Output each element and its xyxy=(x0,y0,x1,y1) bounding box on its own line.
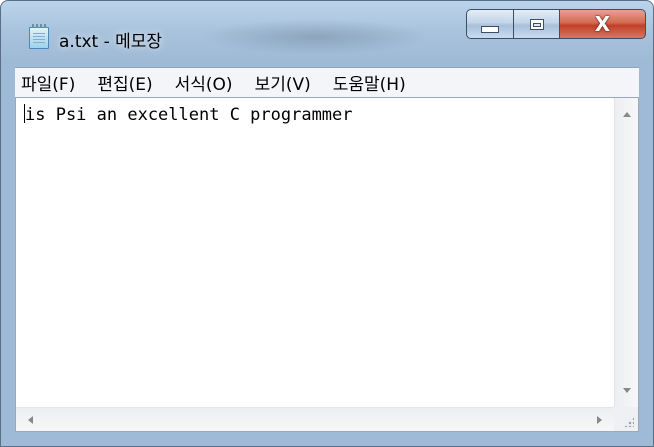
window-title: a.txt - 메모장 xyxy=(59,32,163,52)
scroll-down-icon[interactable] xyxy=(623,388,631,393)
scroll-right-icon[interactable] xyxy=(597,416,602,424)
editor-area: is Psi an excellent C programmer xyxy=(15,97,639,432)
menu-view[interactable]: 보기(V) xyxy=(255,70,311,95)
maximize-icon xyxy=(529,18,544,30)
maximize-button[interactable] xyxy=(514,9,560,39)
scroll-left-icon[interactable] xyxy=(28,416,33,424)
close-icon: X xyxy=(594,12,611,36)
notepad-window: a.txt - 메모장 X 파일(F) 편집(E) 서식(O) 보기(V) 도움… xyxy=(0,0,654,447)
scroll-up-icon[interactable] xyxy=(623,112,631,117)
menu-file[interactable]: 파일(F) xyxy=(21,70,75,95)
title-bar[interactable]: a.txt - 메모장 X xyxy=(1,1,653,63)
vertical-scrollbar[interactable] xyxy=(614,98,638,407)
text-editor[interactable]: is Psi an excellent C programmer xyxy=(16,98,614,407)
horizontal-scrollbar[interactable] xyxy=(16,407,614,431)
editor-text: is Psi an excellent C programmer xyxy=(25,105,353,125)
menu-bar: 파일(F) 편집(E) 서식(O) 보기(V) 도움말(H) xyxy=(15,67,639,97)
menu-format[interactable]: 서식(O) xyxy=(175,70,233,95)
minimize-button[interactable] xyxy=(466,9,514,39)
minimize-icon xyxy=(481,25,499,33)
title-bar-glow xyxy=(201,19,431,55)
menu-help[interactable]: 도움말(H) xyxy=(333,70,406,95)
notepad-icon[interactable] xyxy=(29,24,49,49)
caption-buttons: X xyxy=(466,9,646,47)
close-button[interactable]: X xyxy=(560,9,646,39)
size-grip-icon[interactable] xyxy=(614,407,638,431)
menu-edit[interactable]: 편집(E) xyxy=(97,70,152,95)
